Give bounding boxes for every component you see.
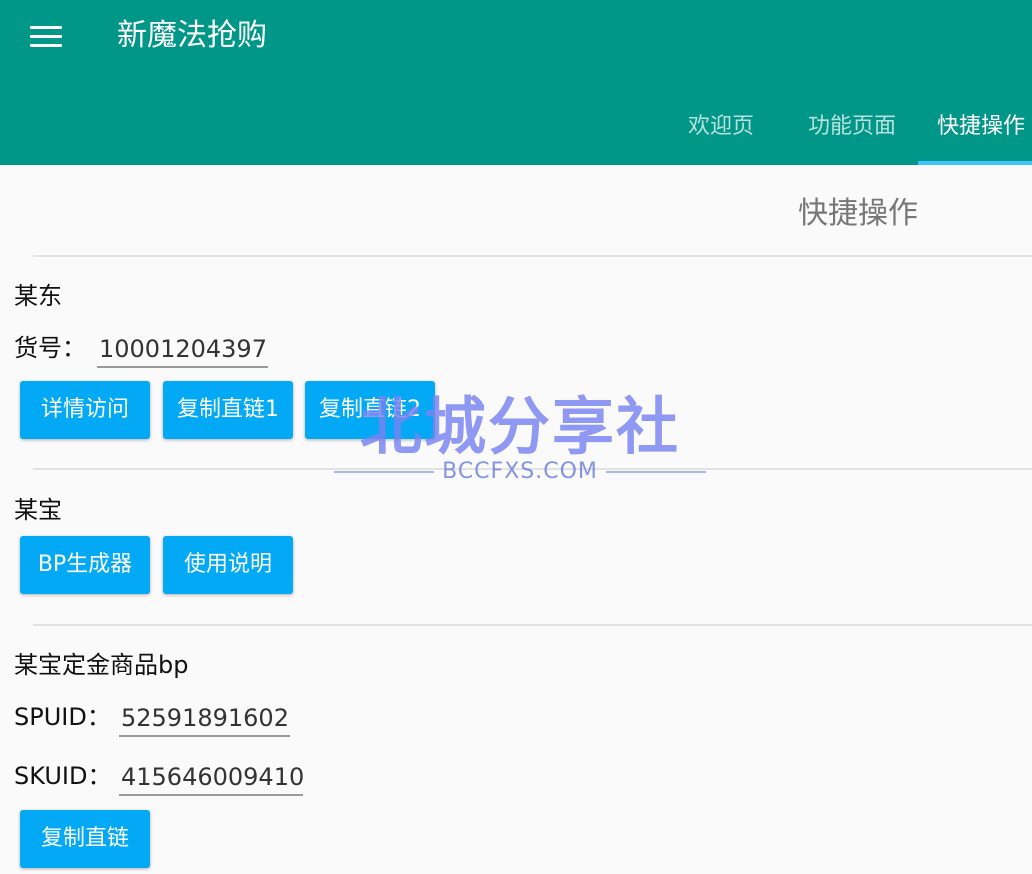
tb-section-title: 某宝	[14, 496, 62, 524]
usage-instructions-button[interactable]: 使用说明	[163, 536, 293, 594]
watermark-url: BCCFXS.COM	[442, 459, 598, 484]
watermark-line	[334, 471, 434, 473]
tab-shortcuts[interactable]: 快捷操作	[937, 103, 1025, 165]
item-number-input[interactable]	[97, 332, 268, 368]
spuid-input[interactable]	[119, 701, 290, 737]
tab-welcome[interactable]: 欢迎页	[688, 103, 754, 165]
spuid-label: SPUID：	[14, 703, 111, 731]
app-bar: 新魔法抢购 欢迎页 功能页面 快捷操作	[0, 0, 1032, 165]
details-visit-button[interactable]: 详情访问	[20, 381, 150, 439]
tab-features[interactable]: 功能页面	[808, 103, 896, 165]
divider	[33, 468, 1032, 470]
copy-link-1-button[interactable]: 复制直链1	[163, 381, 293, 439]
skuid-label: SKUID：	[14, 762, 112, 790]
copy-link-2-button[interactable]: 复制直链2	[305, 381, 435, 439]
watermark-line	[606, 471, 706, 473]
active-tab-indicator	[918, 161, 1032, 165]
divider	[33, 255, 1032, 257]
bp-generator-button[interactable]: BP生成器	[20, 536, 150, 594]
hamburger-menu-icon[interactable]	[30, 26, 62, 48]
divider	[33, 624, 1032, 626]
page-heading: 快捷操作	[798, 196, 918, 231]
app-title: 新魔法抢购	[117, 18, 267, 53]
deposit-section-title: 某宝定金商品bp	[14, 651, 189, 679]
skuid-input[interactable]	[119, 760, 303, 796]
tab-bar: 欢迎页 功能页面 快捷操作	[0, 103, 1032, 165]
copy-link-button[interactable]: 复制直链	[20, 810, 150, 868]
item-number-label: 货号：	[14, 334, 86, 362]
jd-section-title: 某东	[14, 282, 62, 310]
